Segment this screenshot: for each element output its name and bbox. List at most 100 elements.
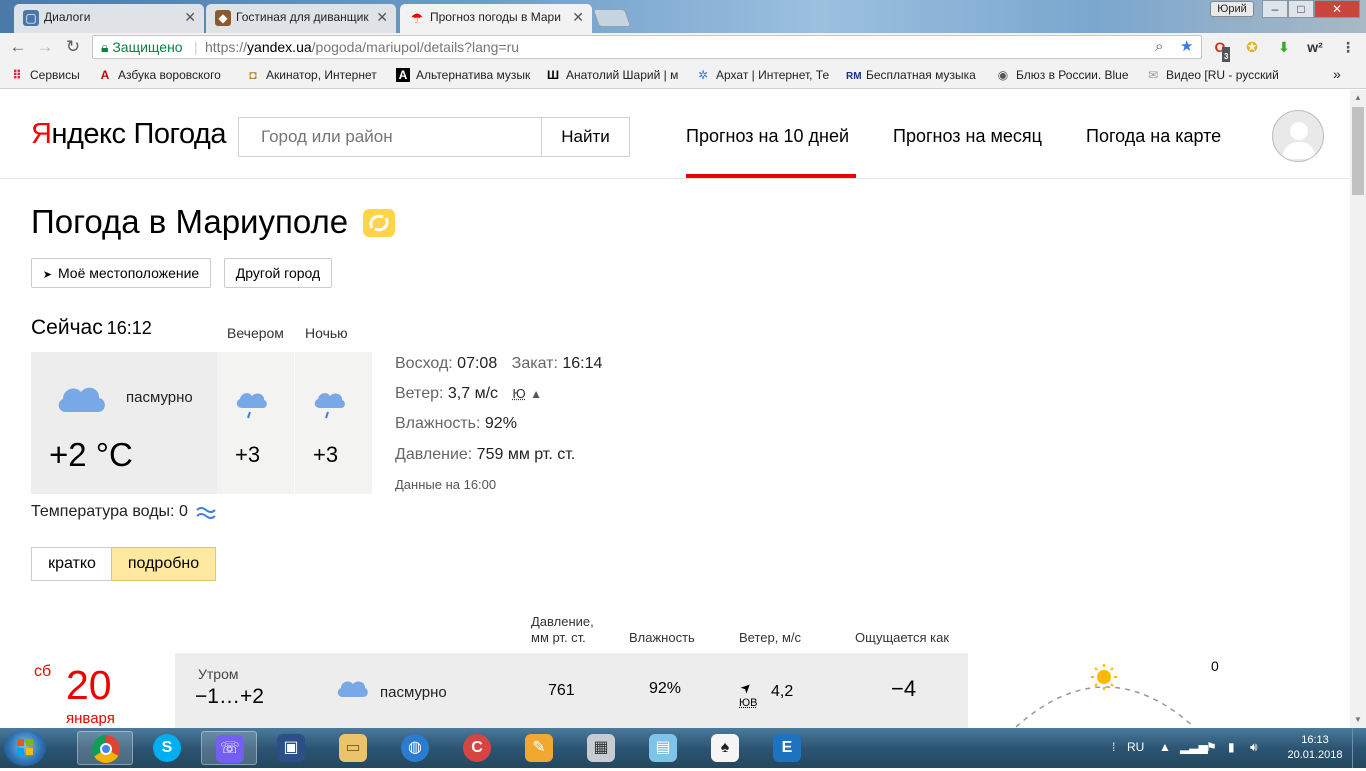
period-feels-like: −4 bbox=[891, 676, 917, 701]
page-content: ЯндексПогода Найти Прогноз на 10 дней Пр… bbox=[0, 90, 1350, 728]
tab-dialogs[interactable]: ▢ Диалоги ✕ bbox=[14, 4, 204, 33]
short-view-button[interactable]: кратко bbox=[31, 547, 112, 581]
bookmark-item[interactable]: Ш Анатолий Шарий | м bbox=[546, 68, 684, 82]
taskbar-chrome[interactable] bbox=[77, 731, 133, 765]
scrollbar-thumb[interactable] bbox=[1352, 107, 1364, 195]
yandex-weather-logo[interactable]: Яндекс Погода bbox=[31, 118, 227, 151]
page-scrollbar[interactable]: ▲ ▼ bbox=[1350, 90, 1366, 728]
cloud-icon bbox=[58, 387, 105, 412]
scroll-up-icon[interactable]: ▲ bbox=[1350, 90, 1366, 106]
tray-expand-icon[interactable]: ▲ bbox=[1159, 740, 1171, 754]
bookmarks-overflow-button[interactable]: » bbox=[1333, 66, 1345, 82]
wind-direction[interactable]: Ю bbox=[512, 386, 525, 401]
taskbar-solitaire[interactable]: ♠ bbox=[697, 731, 753, 765]
scroll-down-icon[interactable]: ▼ bbox=[1350, 712, 1366, 728]
taskbar-paint[interactable]: ✎ bbox=[511, 731, 567, 765]
search-button[interactable]: Найти bbox=[541, 117, 630, 157]
bookmark-item[interactable]: ✉ Видео [RU - русский bbox=[1146, 68, 1284, 82]
period-condition: пасмурно bbox=[380, 684, 447, 701]
profile-button[interactable]: Юрий bbox=[1210, 1, 1254, 17]
taskbar-globe[interactable]: ◍ bbox=[387, 731, 443, 765]
detailed-view-button[interactable]: подробно bbox=[111, 547, 216, 581]
tab-weather[interactable]: ☂ Прогноз погоды в Мари ✕ bbox=[400, 4, 592, 33]
envelope-icon: ✉ bbox=[1147, 68, 1159, 82]
download-extension-icon[interactable]: ⬇ bbox=[1274, 37, 1294, 57]
taskbar: S ☏ ▣ ▭ ◍ C ✎ ▦ ▤ ♠ E ⁞ RU ▲ ▂▃▅ ⚑ ▮ 🔊︎ … bbox=[0, 728, 1366, 768]
feels-like-column-header: Ощущается как bbox=[855, 630, 950, 645]
nav-10-days[interactable]: Прогноз на 10 дней bbox=[686, 126, 849, 147]
zoom-icon[interactable]: ⌕ bbox=[1155, 36, 1163, 58]
close-icon[interactable]: ✕ bbox=[376, 4, 388, 31]
umbrella-icon: ☂ bbox=[410, 10, 424, 26]
sofa-icon: ◆ bbox=[215, 10, 231, 26]
browser-toolbar: ← → ↻ 🔒︎ Защищено | https://yandex.ua/po… bbox=[0, 33, 1366, 67]
taskbar-ccleaner[interactable]: C bbox=[449, 731, 505, 765]
stars-extension-icon[interactable]: ✪ bbox=[1242, 37, 1262, 57]
vk-icon: ▢ bbox=[23, 10, 39, 26]
bookmark-item[interactable]: ✲ Архат | Интернет, Те bbox=[696, 68, 834, 82]
address-bar[interactable]: 🔒︎ Защищено | https://yandex.ua/pogoda/m… bbox=[92, 35, 1202, 59]
current-temperature: +2 °C bbox=[49, 436, 133, 473]
show-desktop-button[interactable] bbox=[1352, 728, 1366, 768]
network-icon[interactable]: ▂▃▅ bbox=[1180, 740, 1208, 754]
arhat-icon: ✲ bbox=[697, 68, 709, 82]
secure-indicator[interactable]: 🔒︎ Защищено bbox=[101, 36, 183, 58]
condition-label: пасмурно bbox=[126, 389, 193, 406]
header-divider bbox=[0, 178, 1350, 179]
notepad-icon: ▤ bbox=[649, 734, 677, 762]
taskbar-calculator[interactable]: ▦ bbox=[573, 731, 629, 765]
city-search-input[interactable] bbox=[238, 117, 542, 157]
taskbar-skype[interactable]: S bbox=[139, 731, 195, 765]
bookmark-item[interactable]: A Азбука воровского bbox=[98, 68, 236, 82]
taskbar-explorer[interactable]: ▭ bbox=[325, 731, 381, 765]
w2-extension-icon[interactable]: w² bbox=[1305, 37, 1325, 57]
reload-icon[interactable]: ↻ bbox=[63, 37, 83, 57]
flag-icon[interactable]: ⚑ bbox=[1206, 740, 1217, 754]
bookmark-star-icon[interactable]: ★ bbox=[1180, 36, 1193, 58]
maximize-button[interactable]: □ bbox=[1288, 0, 1314, 18]
data-timestamp: Данные на 16:00 bbox=[395, 477, 497, 492]
pressure-info: Давление: 759 мм рт. ст. bbox=[395, 446, 576, 463]
back-arrow-icon[interactable]: ← bbox=[8, 37, 28, 57]
taskbar-app[interactable]: E bbox=[759, 731, 815, 765]
avatar[interactable] bbox=[1272, 110, 1324, 162]
opera-extension-icon[interactable]: O3 bbox=[1210, 37, 1231, 67]
bookmark-item[interactable]: RM Бесплатная музыка bbox=[846, 68, 984, 82]
start-button[interactable] bbox=[4, 730, 46, 766]
language-indicator[interactable]: RU bbox=[1127, 740, 1144, 754]
bookmark-item[interactable]: A Альтернатива музык bbox=[396, 68, 534, 82]
menu-icon[interactable]: ⋮ bbox=[1338, 37, 1358, 57]
wind-info: Ветер: 3,7 м/с Ю ▲ bbox=[395, 385, 542, 402]
nav-map[interactable]: Погода на карте bbox=[1086, 126, 1221, 147]
now-heading: Сейчас 16:12 bbox=[31, 316, 152, 339]
battery-icon[interactable]: ▮ bbox=[1228, 740, 1235, 754]
system-clock[interactable]: 16:13 20.01.2018 bbox=[1286, 733, 1344, 763]
palette-icon: ✎ bbox=[525, 734, 553, 762]
tab-label: Диалоги bbox=[44, 10, 91, 24]
taskbar-save[interactable]: ▣ bbox=[263, 731, 319, 765]
volume-icon[interactable]: 🔊︎ bbox=[1250, 740, 1258, 755]
apps-icon: ⠿ bbox=[12, 68, 22, 82]
taskbar-viber[interactable]: ☏ bbox=[201, 731, 257, 765]
forward-arrow-icon[interactable]: → bbox=[35, 37, 55, 57]
bookmark-item[interactable]: ◘ Акинатор, Интернет bbox=[246, 68, 384, 82]
period-wind-direction[interactable]: ЮВ bbox=[739, 697, 757, 709]
nav-month[interactable]: Прогноз на месяц bbox=[893, 126, 1042, 147]
cloud-icon bbox=[337, 681, 368, 697]
my-location-button[interactable]: ➤ Моё местоположение bbox=[31, 258, 211, 288]
close-icon[interactable]: ✕ bbox=[572, 4, 584, 31]
yandex-icon[interactable] bbox=[362, 208, 396, 238]
taskbar-notes[interactable]: ▤ bbox=[635, 731, 691, 765]
other-city-button[interactable]: Другой город bbox=[224, 258, 332, 288]
minimize-button[interactable]: – bbox=[1262, 0, 1288, 18]
tab-living-room[interactable]: ◆ Гостиная для диванщик ✕ bbox=[206, 4, 396, 33]
sun-times: Восход: 07:08 Закат: 16:14 bbox=[395, 355, 603, 372]
new-tab-button[interactable] bbox=[592, 9, 632, 27]
bookmark-services[interactable]: ⠿ Сервисы bbox=[10, 68, 90, 82]
folder-icon: ▭ bbox=[339, 734, 367, 762]
bookmark-item[interactable]: ◉ Блюз в России. Blue bbox=[996, 68, 1134, 82]
lock-icon: 🔒︎ bbox=[101, 39, 109, 55]
close-window-button[interactable]: ✕ bbox=[1314, 0, 1360, 18]
close-icon[interactable]: ✕ bbox=[184, 4, 196, 31]
separator: | bbox=[194, 39, 198, 55]
